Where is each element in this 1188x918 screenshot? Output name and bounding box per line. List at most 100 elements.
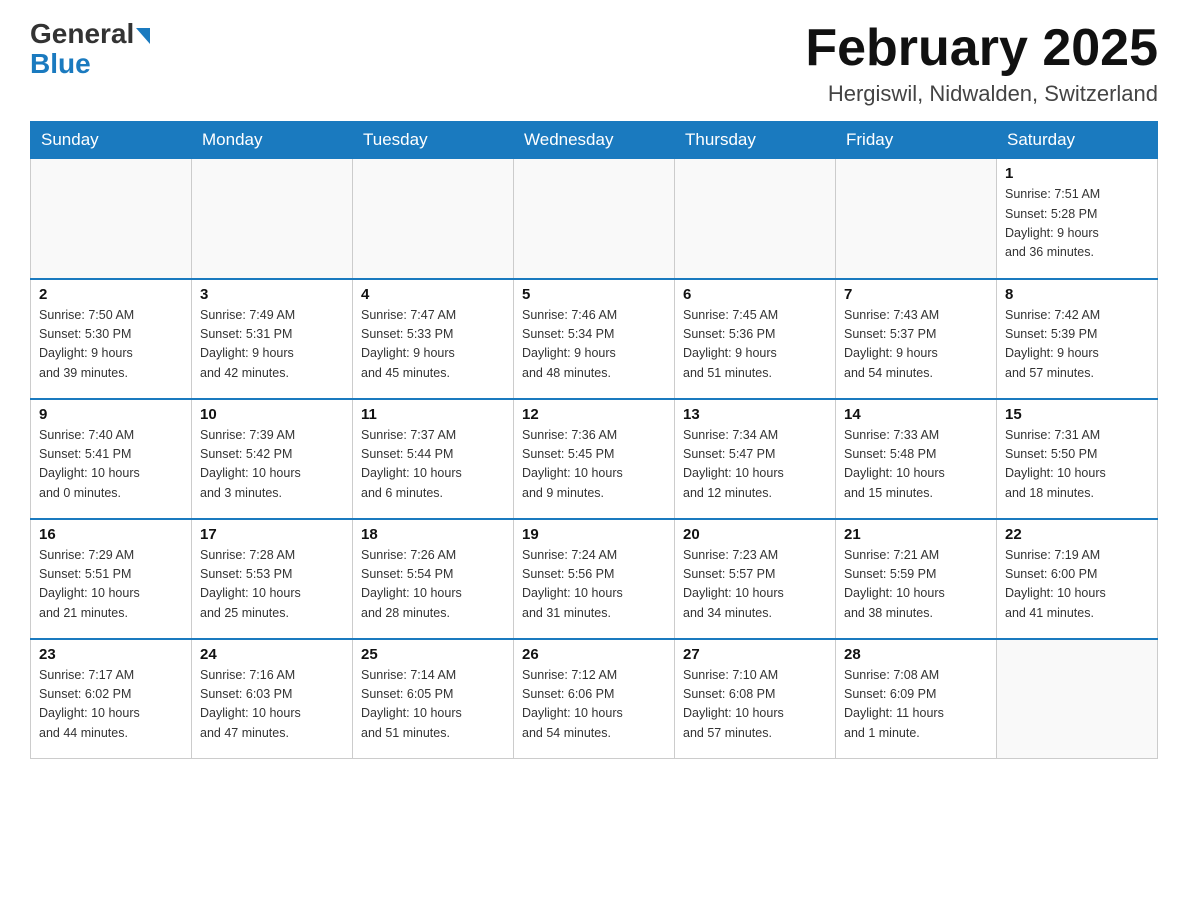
table-row: 22 Sunrise: 7:19 AM Sunset: 6:00 PM Dayli… — [997, 519, 1158, 639]
table-row: 10 Sunrise: 7:39 AM Sunset: 5:42 PM Dayli… — [192, 399, 353, 519]
day-number: 23 — [39, 646, 183, 663]
calendar-subtitle: Hergiswil, Nidwalden, Switzerland — [805, 81, 1158, 107]
table-row — [31, 159, 192, 279]
day-number: 12 — [522, 406, 666, 423]
table-row: 6 Sunrise: 7:45 AM Sunset: 5:36 PM Daylig… — [675, 279, 836, 399]
day-number: 9 — [39, 406, 183, 423]
day-info: Sunrise: 7:51 AM Sunset: 5:28 PM Dayligh… — [1005, 185, 1149, 263]
day-info: Sunrise: 7:45 AM Sunset: 5:36 PM Dayligh… — [683, 306, 827, 384]
calendar-week-row: 23 Sunrise: 7:17 AM Sunset: 6:02 PM Dayli… — [31, 639, 1158, 759]
table-row: 9 Sunrise: 7:40 AM Sunset: 5:41 PM Daylig… — [31, 399, 192, 519]
day-info: Sunrise: 7:23 AM Sunset: 5:57 PM Dayligh… — [683, 546, 827, 624]
day-info: Sunrise: 7:12 AM Sunset: 6:06 PM Dayligh… — [522, 666, 666, 744]
day-info: Sunrise: 7:33 AM Sunset: 5:48 PM Dayligh… — [844, 426, 988, 504]
day-info: Sunrise: 7:34 AM Sunset: 5:47 PM Dayligh… — [683, 426, 827, 504]
day-info: Sunrise: 7:46 AM Sunset: 5:34 PM Dayligh… — [522, 306, 666, 384]
calendar-header-row: Sunday Monday Tuesday Wednesday Thursday… — [31, 122, 1158, 159]
day-number: 3 — [200, 286, 344, 303]
day-number: 7 — [844, 286, 988, 303]
day-number: 6 — [683, 286, 827, 303]
day-info: Sunrise: 7:29 AM Sunset: 5:51 PM Dayligh… — [39, 546, 183, 624]
table-row — [192, 159, 353, 279]
day-number: 25 — [361, 646, 505, 663]
day-info: Sunrise: 7:49 AM Sunset: 5:31 PM Dayligh… — [200, 306, 344, 384]
table-row: 3 Sunrise: 7:49 AM Sunset: 5:31 PM Daylig… — [192, 279, 353, 399]
day-info: Sunrise: 7:19 AM Sunset: 6:00 PM Dayligh… — [1005, 546, 1149, 624]
table-row: 11Sunrise: 7:37 AM Sunset: 5:44 PM Dayli… — [353, 399, 514, 519]
calendar-week-row: 1 Sunrise: 7:51 AM Sunset: 5:28 PM Daylig… — [31, 159, 1158, 279]
table-row — [997, 639, 1158, 759]
day-number: 26 — [522, 646, 666, 663]
calendar-week-row: 9 Sunrise: 7:40 AM Sunset: 5:41 PM Daylig… — [31, 399, 1158, 519]
calendar-week-row: 16 Sunrise: 7:29 AM Sunset: 5:51 PM Dayli… — [31, 519, 1158, 639]
table-row: 12 Sunrise: 7:36 AM Sunset: 5:45 PM Dayli… — [514, 399, 675, 519]
col-sunday: Sunday — [31, 122, 192, 159]
day-info: Sunrise: 7:50 AM Sunset: 5:30 PM Dayligh… — [39, 306, 183, 384]
day-info: Sunrise: 7:21 AM Sunset: 5:59 PM Dayligh… — [844, 546, 988, 624]
col-wednesday: Wednesday — [514, 122, 675, 159]
day-number: 8 — [1005, 286, 1149, 303]
day-info: Sunrise: 7:26 AM Sunset: 5:54 PM Dayligh… — [361, 546, 505, 624]
day-number: 5 — [522, 286, 666, 303]
day-number: 1 — [1005, 165, 1149, 182]
day-number: 14 — [844, 406, 988, 423]
day-number: 10 — [200, 406, 344, 423]
day-number: 27 — [683, 646, 827, 663]
page-header: General Blue February 2025 Hergiswil, Ni… — [30, 20, 1158, 107]
table-row: 4Sunrise: 7:47 AM Sunset: 5:33 PM Daylig… — [353, 279, 514, 399]
logo-blue-text: Blue — [30, 50, 91, 78]
day-number: 20 — [683, 526, 827, 543]
table-row: 25 Sunrise: 7:14 AM Sunset: 6:05 PM Dayli… — [353, 639, 514, 759]
day-info: Sunrise: 7:42 AM Sunset: 5:39 PM Dayligh… — [1005, 306, 1149, 384]
day-number: 2 — [39, 286, 183, 303]
day-info: Sunrise: 7:24 AM Sunset: 5:56 PM Dayligh… — [522, 546, 666, 624]
day-number: 21 — [844, 526, 988, 543]
day-info: Sunrise: 7:10 AM Sunset: 6:08 PM Dayligh… — [683, 666, 827, 744]
day-number: 22 — [1005, 526, 1149, 543]
day-info: Sunrise: 7:40 AM Sunset: 5:41 PM Dayligh… — [39, 426, 183, 504]
table-row — [836, 159, 997, 279]
day-number: 28 — [844, 646, 988, 663]
table-row: 21 Sunrise: 7:21 AM Sunset: 5:59 PM Dayli… — [836, 519, 997, 639]
day-number: 4 — [361, 286, 505, 303]
table-row: 15Sunrise: 7:31 AM Sunset: 5:50 PM Dayli… — [997, 399, 1158, 519]
table-row — [514, 159, 675, 279]
table-row: 14 Sunrise: 7:33 AM Sunset: 5:48 PM Dayli… — [836, 399, 997, 519]
table-row: 19 Sunrise: 7:24 AM Sunset: 5:56 PM Dayli… — [514, 519, 675, 639]
col-tuesday: Tuesday — [353, 122, 514, 159]
table-row: 20 Sunrise: 7:23 AM Sunset: 5:57 PM Dayli… — [675, 519, 836, 639]
col-saturday: Saturday — [997, 122, 1158, 159]
table-row: 7 Sunrise: 7:43 AM Sunset: 5:37 PM Daylig… — [836, 279, 997, 399]
col-monday: Monday — [192, 122, 353, 159]
logo: General Blue — [30, 20, 150, 78]
table-row: 5 Sunrise: 7:46 AM Sunset: 5:34 PM Daylig… — [514, 279, 675, 399]
table-row: 13 Sunrise: 7:34 AM Sunset: 5:47 PM Dayli… — [675, 399, 836, 519]
table-row: 2 Sunrise: 7:50 AM Sunset: 5:30 PM Daylig… — [31, 279, 192, 399]
day-info: Sunrise: 7:36 AM Sunset: 5:45 PM Dayligh… — [522, 426, 666, 504]
day-info: Sunrise: 7:14 AM Sunset: 6:05 PM Dayligh… — [361, 666, 505, 744]
col-thursday: Thursday — [675, 122, 836, 159]
table-row: 24Sunrise: 7:16 AM Sunset: 6:03 PM Dayli… — [192, 639, 353, 759]
day-info: Sunrise: 7:08 AM Sunset: 6:09 PM Dayligh… — [844, 666, 988, 744]
day-info: Sunrise: 7:43 AM Sunset: 5:37 PM Dayligh… — [844, 306, 988, 384]
table-row: 18 Sunrise: 7:26 AM Sunset: 5:54 PM Dayli… — [353, 519, 514, 639]
table-row: 8 Sunrise: 7:42 AM Sunset: 5:39 PM Daylig… — [997, 279, 1158, 399]
calendar-week-row: 2 Sunrise: 7:50 AM Sunset: 5:30 PM Daylig… — [31, 279, 1158, 399]
col-friday: Friday — [836, 122, 997, 159]
table-row: 23 Sunrise: 7:17 AM Sunset: 6:02 PM Dayli… — [31, 639, 192, 759]
table-row: 27 Sunrise: 7:10 AM Sunset: 6:08 PM Dayli… — [675, 639, 836, 759]
day-info: Sunrise: 7:28 AM Sunset: 5:53 PM Dayligh… — [200, 546, 344, 624]
table-row: 26 Sunrise: 7:12 AM Sunset: 6:06 PM Dayli… — [514, 639, 675, 759]
day-number: 24 — [200, 646, 344, 663]
day-number: 17 — [200, 526, 344, 543]
calendar-table: Sunday Monday Tuesday Wednesday Thursday… — [30, 121, 1158, 759]
day-info: Sunrise: 7:39 AM Sunset: 5:42 PM Dayligh… — [200, 426, 344, 504]
day-number: 18 — [361, 526, 505, 543]
table-row: 1 Sunrise: 7:51 AM Sunset: 5:28 PM Daylig… — [997, 159, 1158, 279]
day-number: 13 — [683, 406, 827, 423]
day-info: Sunrise: 7:17 AM Sunset: 6:02 PM Dayligh… — [39, 666, 183, 744]
day-number: 16 — [39, 526, 183, 543]
day-number: 19 — [522, 526, 666, 543]
table-row: 28 Sunrise: 7:08 AM Sunset: 6:09 PM Dayli… — [836, 639, 997, 759]
day-number: 15 — [1005, 406, 1149, 423]
